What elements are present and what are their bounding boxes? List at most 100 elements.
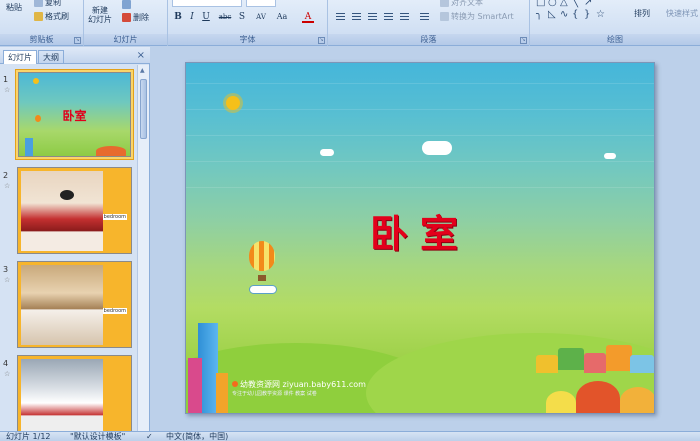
tab-outline[interactable]: 大纲 [38, 50, 64, 64]
curve-shape-icon[interactable]: ∿ [560, 9, 568, 20]
building-icon [216, 373, 228, 413]
brace-left-shape-icon[interactable]: { [572, 9, 578, 20]
sky-band [186, 135, 654, 136]
delete-label: 删除 [133, 13, 149, 22]
brace-right-shape-icon[interactable]: } [584, 9, 590, 20]
slide-number: 4 [3, 359, 9, 368]
ribbon: 粘贴 复制 格式刷 剪贴板 ↘ 新建 幻灯片 删除 幻灯片 B I U abc … [0, 0, 700, 46]
align-text-icon [440, 0, 449, 7]
line-shape-icon[interactable]: ╲ [572, 0, 578, 8]
watermark-text: 幼教资源网 ziyuan.baby611.com [240, 380, 366, 389]
scroll-thumb[interactable] [140, 79, 147, 139]
triangle-shape-icon[interactable]: △ [560, 0, 568, 8]
copy-button[interactable]: 复制 [34, 0, 61, 8]
mickey-icon [60, 190, 74, 200]
slide-thumbnail-1[interactable]: 卧室 [15, 69, 134, 160]
arrange-button[interactable]: 排列 [634, 8, 650, 19]
delete-slide-button[interactable]: 删除 [122, 12, 149, 23]
slide-thumbnail-2[interactable]: bedroom [15, 165, 134, 256]
underline-button[interactable]: U [200, 11, 212, 23]
scroll-up-icon[interactable]: ▲ [140, 67, 145, 74]
font-name-box[interactable] [172, 0, 242, 7]
font-group: B I U abc S AV Aa A 字体 ↘ [168, 0, 328, 46]
close-icon[interactable]: × [137, 50, 145, 61]
copy-label: 复制 [45, 0, 61, 7]
sky-band [186, 161, 654, 162]
rectangle-shape-icon[interactable]: □ [536, 0, 545, 8]
sky-band [186, 83, 654, 84]
oval-shape-icon[interactable]: ○ [548, 0, 557, 8]
house-icon [584, 353, 606, 373]
slide-thumbnail-3[interactable]: bedroom [15, 259, 134, 350]
bold-button[interactable]: B [172, 11, 184, 23]
right-triangle-shape-icon[interactable]: ◺ [548, 9, 556, 20]
sky-band [186, 187, 654, 188]
paragraph-launcher-icon[interactable]: ↘ [520, 37, 527, 44]
smartart-button[interactable]: 转换为 SmartArt [440, 11, 514, 22]
slide-number: 1 [3, 75, 9, 84]
smartart-icon [440, 12, 449, 21]
align-text-button[interactable]: 对齐文本 [440, 0, 483, 8]
new-slide-label-2: 幻灯片 [88, 15, 112, 24]
paragraph-group-label: 段落 [328, 34, 529, 45]
delete-icon [122, 13, 131, 22]
arc-shape-icon[interactable]: ╮ [536, 9, 542, 20]
sky-band [186, 109, 654, 110]
format-painter-label: 格式刷 [45, 12, 69, 21]
font-color-button[interactable]: A [302, 11, 314, 23]
paste-button[interactable]: 粘贴 [6, 2, 22, 13]
building-icon [188, 358, 202, 413]
change-case-button[interactable]: Aa [274, 11, 290, 23]
slide-editor: 卧室 幼教资源网 ziyuan.baby611.com 专注于幼儿园教学资源 课… [151, 47, 700, 431]
spellcheck-icon[interactable]: ✓ [146, 432, 153, 441]
align-right-button[interactable] [366, 11, 379, 22]
align-text-label: 对齐文本 [451, 0, 483, 7]
spacing-button[interactable]: AV [252, 11, 270, 23]
align-center-button[interactable] [350, 11, 363, 22]
mushroom-house-icon [620, 387, 654, 413]
clipboard-group-label: 剪贴板 [0, 34, 83, 45]
transition-icon: ☆ [4, 370, 11, 378]
font-launcher-icon[interactable]: ↘ [318, 37, 325, 44]
status-bar: 幻灯片 1/12 "默认设计模板" ✓ 中文(简体，中国) [0, 431, 700, 441]
paragraph-group: 对齐文本 转换为 SmartArt 段落 ↘ [328, 0, 530, 46]
language-indicator[interactable]: 中文(简体，中国) [166, 432, 228, 441]
sun-icon [33, 78, 39, 84]
star-shape-icon[interactable]: ☆ [596, 9, 605, 20]
quick-styles-label: 快速样式 [666, 9, 698, 18]
slide-thumbnail-4[interactable] [15, 353, 134, 431]
balloon-basket-icon [258, 275, 266, 281]
font-size-box[interactable] [246, 0, 276, 7]
clipboard-launcher-icon[interactable]: ↘ [74, 37, 81, 44]
watermark: 幼教资源网 ziyuan.baby611.com [232, 379, 366, 390]
bedroom-photo [21, 171, 103, 251]
columns-button[interactable] [418, 11, 431, 22]
watermark-subtitle: 专注于幼儿园教学资源 课件 教案 试卷 [232, 391, 317, 397]
justify-button[interactable] [382, 11, 395, 22]
house-icon [536, 355, 558, 373]
cloud-icon [320, 149, 334, 156]
italic-button[interactable]: I [186, 11, 198, 23]
new-slide-button[interactable]: 新建 幻灯片 [88, 6, 112, 24]
mushroom-house-icon [546, 391, 576, 413]
tab-slides[interactable]: 幻灯片 [3, 50, 37, 64]
strikethrough-button[interactable]: abc [216, 11, 234, 23]
thumbnail-list: 1 ☆ 卧室 2 ☆ bedroom 3 ☆ bedroom 4 ☆ [0, 65, 138, 431]
format-painter-button[interactable]: 格式刷 [34, 11, 69, 22]
layout-button[interactable] [122, 0, 131, 9]
shadow-button[interactable]: S [236, 11, 248, 23]
paste-label: 粘贴 [6, 3, 22, 12]
transition-icon: ☆ [4, 276, 11, 284]
theme-name[interactable]: "默认设计模板" [70, 432, 125, 441]
quick-styles-button[interactable]: 快速样式 [666, 8, 698, 19]
thumbnail-scrollbar[interactable]: ▲ [137, 65, 149, 431]
align-left-button[interactable] [334, 11, 347, 22]
bedroom-tag: bedroom [102, 214, 127, 220]
hot-air-balloon-icon [249, 241, 275, 271]
distributed-button[interactable] [398, 11, 411, 22]
arrow-shape-icon[interactable]: ↗ [584, 0, 592, 8]
mushroom-house-icon [576, 381, 620, 413]
current-slide[interactable]: 卧室 幼教资源网 ziyuan.baby611.com 专注于幼儿园教学资源 课… [185, 62, 655, 414]
slides-group-label: 幻灯片 [84, 34, 167, 45]
balloon-icon [35, 115, 41, 122]
